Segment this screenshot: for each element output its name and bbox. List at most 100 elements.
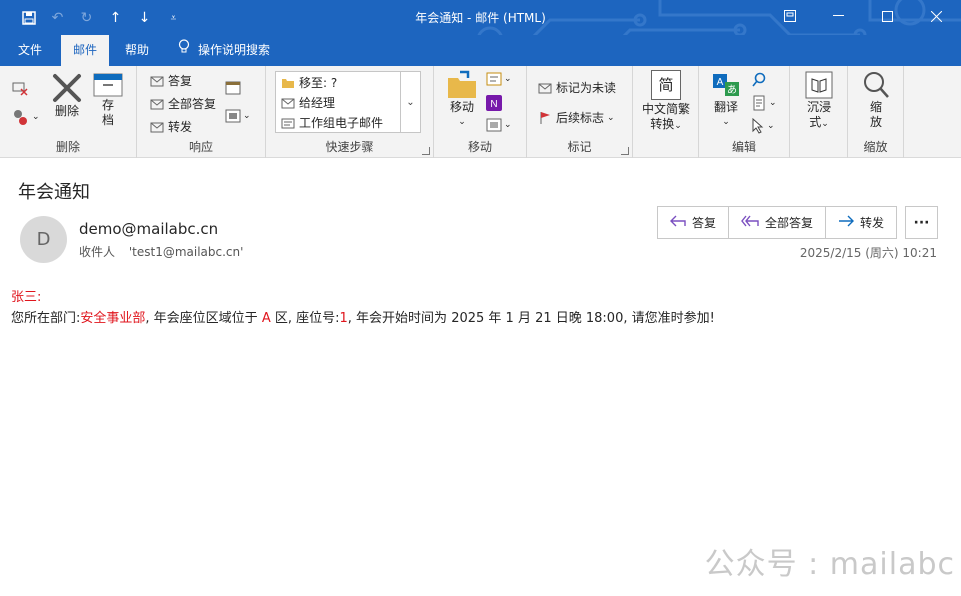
archive-button[interactable]: 存 档 — [92, 72, 124, 128]
flag-icon — [537, 110, 553, 126]
lightbulb-icon — [178, 35, 190, 66]
seat-number: 1 — [339, 311, 348, 326]
watermark: 公众号 : mailabc — [704, 547, 955, 582]
delete-button[interactable]: 删除 — [50, 72, 84, 119]
reply-button[interactable]: 答复 — [149, 72, 192, 89]
find-icon[interactable] — [751, 72, 767, 88]
seat-zone: A — [261, 311, 271, 326]
title-bar: ↶ ↻ ↑ ↓ ⩡ 年会通知 - 邮件 (HTML) — [0, 0, 961, 35]
recipient-line: 收件人 'test1@mailabc.cn' — [79, 243, 243, 260]
zoom-icon — [864, 72, 889, 98]
group-label-edit: 编辑 — [731, 140, 756, 154]
close-icon[interactable] — [912, 0, 961, 32]
forward-button[interactable]: 转发 — [149, 118, 192, 135]
group-immersive: 沉浸 式⌄ — [790, 66, 848, 158]
body-text-3: 区, 座位号: — [274, 311, 340, 326]
message-body: 您所在部门:安全事业部, 年会座位区域位于 A 区, 座位号:1, 年会开始时间… — [11, 307, 715, 326]
reply-message-button[interactable]: 答复 — [658, 207, 730, 238]
more-respond-icon[interactable]: ⌄ — [225, 108, 251, 124]
quick-step-team-email[interactable]: 工作组电子邮件 — [280, 114, 383, 131]
group-label-tags: 标记 — [567, 140, 592, 154]
message-action-bar: 答复 全部答复 转发 — [657, 206, 898, 239]
search-label: 操作说明搜索 — [198, 43, 271, 57]
reply-arrow-icon — [670, 215, 686, 230]
sender-address[interactable]: demo@mailabc.cn — [79, 220, 218, 238]
body-text-1: 您所在部门: — [11, 311, 81, 326]
tab-search[interactable]: 操作说明搜索 — [166, 35, 282, 66]
ribbon: ⌄ 删除 存 档 删除 答复 全部答复 转发 ⌄ 响应 快速步骤 移至: ? 给… — [0, 66, 961, 221]
recipient-label: 收件人 — [79, 245, 116, 259]
junk-icon[interactable]: ⌄ — [10, 108, 40, 126]
mark-unread-button[interactable]: 标记为未读 — [537, 79, 616, 96]
maximize-icon[interactable] — [863, 0, 912, 32]
onenote-icon[interactable]: N — [486, 95, 502, 111]
avatar[interactable]: D — [20, 216, 67, 263]
forward-message-button[interactable]: 转发 — [826, 207, 896, 238]
meeting-icon[interactable] — [225, 80, 241, 96]
immersive-reader-button[interactable]: 沉浸 式⌄ — [800, 70, 838, 132]
move-folder-icon — [448, 70, 476, 98]
group-delete: ⌄ 删除 存 档 删除 — [0, 66, 137, 158]
group-tags: 标记为未读 后续标志 ⌄ 标记 — [527, 66, 633, 158]
message-subject: 年会通知 — [18, 182, 90, 203]
translate-icon: Aあ — [713, 74, 739, 96]
group-move: 移动 ⌄ ⌄ N ⌄ 移动 — [434, 66, 527, 158]
recipient-address[interactable]: 'test1@mailabc.cn' — [129, 245, 244, 259]
chinese-conversion-button[interactable]: 简 中文简繁 转换⌄ — [639, 70, 693, 134]
minimize-icon[interactable] — [814, 0, 863, 32]
immersive-reader-icon — [805, 71, 833, 99]
group-label-delete: 删除 — [55, 140, 80, 154]
group-edit: Aあ 翻译 ⌄ ⌄ ⌄ 编辑 — [699, 66, 790, 158]
svg-text:N: N — [490, 99, 497, 110]
move-button[interactable]: 移动 ⌄ — [444, 70, 480, 130]
chinese-conversion-icon: 简 — [651, 70, 681, 100]
forward-arrow-icon — [838, 215, 855, 230]
message-datetime: 2025/2/15 (周六) 10:21 — [799, 246, 937, 260]
group-label-move: 移动 — [467, 140, 492, 154]
folder-icon — [280, 75, 296, 91]
reply-all-icon — [149, 96, 165, 112]
archive-icon — [93, 73, 123, 97]
ribbon-tabs: 文件 邮件 帮助 操作说明搜索 — [0, 35, 961, 66]
quick-steps-launcher-icon[interactable] — [422, 147, 430, 155]
quick-step-move-to[interactable]: 移至: ? — [280, 74, 337, 91]
reply-icon — [149, 73, 165, 89]
svg-text:あ: あ — [727, 84, 737, 96]
forward-icon — [149, 119, 165, 135]
group-label-quick-steps: 快速步骤 — [325, 140, 374, 154]
tab-help[interactable]: 帮助 — [113, 35, 161, 66]
tab-mail[interactable]: 邮件 — [61, 35, 110, 66]
follow-up-button[interactable]: 后续标志 ⌄ — [537, 109, 615, 126]
delete-icon — [53, 74, 81, 102]
reply-all-message-button[interactable]: 全部答复 — [729, 207, 827, 238]
group-label-respond: 响应 — [188, 140, 213, 154]
rules-icon[interactable]: ⌄ — [486, 72, 512, 86]
body-text-2: , 年会座位区域位于 — [145, 311, 258, 326]
actions-icon[interactable]: ⌄ — [486, 118, 512, 132]
ignore-icon[interactable] — [10, 78, 30, 96]
quick-step-to-manager[interactable]: 给经理 — [280, 94, 335, 111]
window-controls — [765, 0, 961, 32]
reply-all-arrow-icon — [741, 215, 759, 230]
department: 安全事业部 — [80, 311, 146, 326]
quick-steps-expand-icon[interactable]: ⌄ — [400, 72, 420, 132]
greeting: 张三: — [11, 290, 42, 305]
group-chinese-conversion: 简 中文简繁 转换⌄ — [633, 66, 699, 158]
ribbon-display-options-icon[interactable] — [765, 0, 814, 32]
group-respond: 答复 全部答复 转发 ⌄ 响应 — [137, 66, 266, 158]
select-icon[interactable]: ⌄ — [751, 118, 775, 134]
mark-unread-icon — [537, 80, 553, 96]
tab-file[interactable]: 文件 — [6, 35, 54, 66]
related-icon[interactable]: ⌄ — [751, 95, 777, 111]
body-text-4: , 年会开始时间为 2025 年 1 月 21 日晚 18:00, 请您准时参加… — [347, 311, 715, 326]
tags-launcher-icon[interactable] — [621, 147, 629, 155]
more-actions-button[interactable]: ··· — [905, 206, 938, 239]
group-zoom: 缩 放 缩放 — [848, 66, 904, 158]
svg-text:A: A — [717, 77, 724, 88]
translate-button[interactable]: Aあ 翻译 ⌄ — [707, 70, 745, 130]
mail-icon — [280, 115, 296, 131]
quick-steps-gallery: 移至: ? 给经理 工作组电子邮件 ⌄ — [275, 71, 421, 133]
zoom-button[interactable]: 缩 放 — [858, 70, 894, 130]
reply-all-button[interactable]: 全部答复 — [149, 95, 216, 112]
forward-mail-icon — [280, 95, 296, 111]
